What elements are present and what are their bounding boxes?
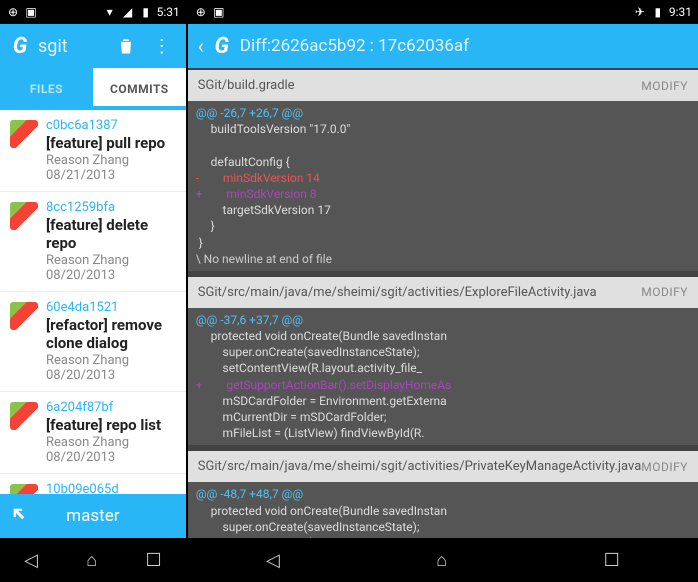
commit-message: [feature] delete repo bbox=[46, 216, 176, 252]
android-icon: ▣ bbox=[212, 5, 226, 19]
diff-code: @@ -26,7 +26,7 @@ buildToolsVersion "17.… bbox=[188, 101, 698, 271]
notification-icon: ⊕ bbox=[194, 5, 208, 19]
commit-message: [feature] repo list bbox=[46, 416, 176, 434]
tab-files[interactable]: FILES bbox=[0, 68, 93, 110]
more-vert-icon: ⋮ bbox=[153, 36, 171, 57]
commit-row[interactable]: 10b09e065d[feature] repo listReason Zhan… bbox=[0, 474, 186, 494]
file-section: SGit/build.gradle MODIFY @@ -26,7 +26,7 @@… bbox=[188, 70, 698, 271]
file-header[interactable]: SGit/src/main/java/me/sheimi/sgit/activi… bbox=[188, 451, 698, 482]
modify-badge: MODIFY bbox=[641, 285, 688, 299]
commit-message: [feature] pull repo bbox=[46, 134, 176, 152]
back-button[interactable]: ◁ bbox=[24, 550, 38, 571]
file-path: SGit/src/main/java/me/sheimi/sgit/activi… bbox=[198, 459, 642, 474]
commit-row[interactable]: 8cc1259bfa[feature] delete repoReason Zh… bbox=[0, 192, 186, 292]
file-header[interactable]: SGit/build.gradle MODIFY bbox=[188, 70, 698, 101]
diff-code: @@ -37,6 +37,7 @@ protected void onCreat… bbox=[188, 308, 698, 446]
file-section: SGit/src/main/java/me/sheimi/sgit/activi… bbox=[188, 451, 698, 538]
avatar bbox=[10, 402, 38, 430]
recent-button[interactable]: ☐ bbox=[604, 550, 620, 571]
location-icon bbox=[10, 505, 28, 528]
commit-row[interactable]: 6a204f87bf[feature] repo listReason Zhan… bbox=[0, 392, 186, 474]
commit-hash: 10b09e065d bbox=[46, 482, 176, 494]
commit-meta: Reason Zhang 08/20/2013 bbox=[46, 253, 176, 283]
commit-hash: 8cc1259bfa bbox=[46, 200, 176, 215]
battery-icon: ▮ bbox=[651, 5, 665, 19]
branch-footer[interactable]: master bbox=[0, 494, 186, 538]
back-button[interactable]: ◁ bbox=[266, 550, 280, 571]
tab-bar: FILES COMMITS bbox=[0, 68, 186, 110]
status-bar: ⊕ ▣ ✈ ▮ 9:31 bbox=[188, 0, 698, 24]
diff-list[interactable]: SGit/build.gradle MODIFY @@ -26,7 +26,7 @@… bbox=[188, 68, 698, 538]
app-bar: ‹ G Diff:2626ac5b92 : 17c62036af bbox=[188, 24, 698, 68]
overflow-button[interactable]: ⋮ bbox=[144, 28, 180, 64]
signal-icon: ◢ bbox=[121, 5, 135, 19]
file-path: SGit/build.gradle bbox=[198, 78, 295, 93]
avatar bbox=[10, 302, 38, 330]
home-button[interactable]: ⌂ bbox=[86, 550, 97, 571]
commit-hash: c0bc6a1387 bbox=[46, 118, 176, 133]
diff-code: @@ -48,7 +48,7 @@ protected void onCreat… bbox=[188, 482, 698, 538]
wifi-icon: ▾ bbox=[103, 5, 117, 19]
commit-message: [refactor] remove clone dialog bbox=[46, 316, 176, 352]
right-screen: ⊕ ▣ ✈ ▮ 9:31 ‹ G Diff:2626ac5b92 : 17c62… bbox=[186, 0, 698, 582]
file-path: SGit/src/main/java/me/sheimi/sgit/activi… bbox=[198, 285, 597, 300]
recent-button[interactable]: ☐ bbox=[145, 550, 161, 571]
app-logo-icon[interactable]: G bbox=[208, 34, 236, 59]
commit-row[interactable]: 60e4da1521[refactor] remove clone dialog… bbox=[0, 292, 186, 392]
left-screen: ⊕ ▣ ▾ ◢ ▮ 5:31 G sgit ⋮ FILES COMMITS c0… bbox=[0, 0, 186, 582]
status-time: 9:31 bbox=[669, 5, 692, 19]
diff-title: Diff:2626ac5b92 : 17c62036af bbox=[236, 36, 692, 56]
trash-icon bbox=[116, 36, 136, 56]
commit-meta: Reason Zhang 08/20/2013 bbox=[46, 353, 176, 383]
commit-hash: 6a204f87bf bbox=[46, 400, 176, 415]
tab-commits[interactable]: COMMITS bbox=[93, 68, 186, 110]
app-logo-icon[interactable]: G bbox=[6, 34, 34, 59]
app-bar: G sgit ⋮ bbox=[0, 24, 186, 68]
delete-button[interactable] bbox=[108, 28, 144, 64]
file-header[interactable]: SGit/src/main/java/me/sheimi/sgit/activi… bbox=[188, 277, 698, 308]
airplane-icon: ✈ bbox=[633, 5, 647, 19]
android-icon: ▣ bbox=[24, 5, 38, 19]
notification-icon: ⊕ bbox=[6, 5, 20, 19]
status-time: 5:31 bbox=[157, 5, 180, 19]
branch-label: master bbox=[66, 506, 119, 526]
avatar bbox=[10, 120, 38, 148]
battery-icon: ▮ bbox=[139, 5, 153, 19]
modify-badge: MODIFY bbox=[641, 460, 688, 474]
commit-hash: 60e4da1521 bbox=[46, 300, 176, 315]
back-chevron-icon[interactable]: ‹ bbox=[194, 34, 208, 58]
app-title: sgit bbox=[34, 36, 108, 57]
home-button[interactable]: ⌂ bbox=[436, 550, 447, 571]
modify-badge: MODIFY bbox=[641, 79, 688, 93]
file-section: SGit/src/main/java/me/sheimi/sgit/activi… bbox=[188, 277, 698, 446]
avatar bbox=[10, 484, 38, 494]
nav-bar: ◁ ⌂ ☐ bbox=[0, 538, 186, 582]
commit-list[interactable]: c0bc6a1387[feature] pull repoReason Zhan… bbox=[0, 110, 186, 494]
commit-meta: Reason Zhang 08/20/2013 bbox=[46, 435, 176, 465]
commit-row[interactable]: c0bc6a1387[feature] pull repoReason Zhan… bbox=[0, 110, 186, 192]
commit-meta: Reason Zhang 08/21/2013 bbox=[46, 153, 176, 183]
avatar bbox=[10, 202, 38, 230]
nav-bar: ◁ ⌂ ☐ bbox=[188, 538, 698, 582]
status-bar: ⊕ ▣ ▾ ◢ ▮ 5:31 bbox=[0, 0, 186, 24]
